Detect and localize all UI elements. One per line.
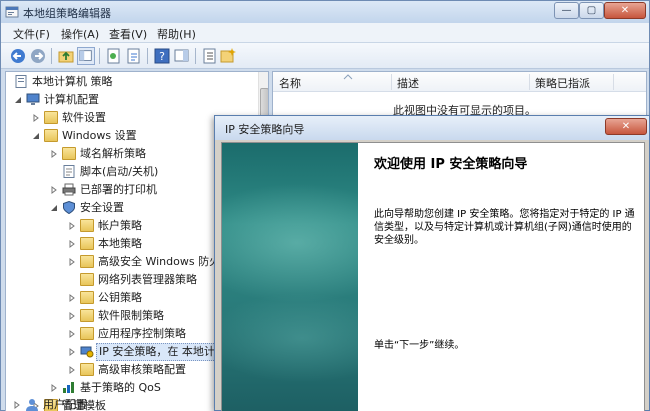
folder-icon bbox=[80, 273, 94, 286]
toolbar-separator bbox=[99, 48, 100, 64]
qos-chart-icon bbox=[63, 382, 74, 393]
folder-icon bbox=[80, 291, 94, 304]
show-hide-tree-icon[interactable] bbox=[77, 47, 95, 65]
wizard-title-bar[interactable]: IP 安全策略向导 ✕ bbox=[215, 116, 649, 140]
folder-icon bbox=[80, 237, 94, 250]
help-icon[interactable]: ? bbox=[153, 47, 171, 65]
window-title: 本地组策略编辑器 bbox=[23, 7, 111, 20]
collapsed-arrow-icon[interactable] bbox=[68, 294, 76, 302]
wizard-heading: 欢迎使用 IP 安全策略向导 bbox=[374, 157, 528, 172]
collapsed-arrow-icon[interactable] bbox=[68, 366, 76, 374]
folder-icon bbox=[80, 327, 94, 340]
security-shield-icon bbox=[63, 201, 75, 214]
ip-security-wizard-dialog: IP 安全策略向导 ✕ 欢迎使用 IP 安全策略向导 此向导帮助您创建 IP 安… bbox=[214, 115, 650, 411]
collapsed-arrow-icon[interactable] bbox=[32, 114, 40, 122]
toolbar-separator bbox=[195, 48, 196, 64]
wizard-body: 欢迎使用 IP 安全策略向导 此向导帮助您创建 IP 安全策略。您将指定对于特定… bbox=[221, 142, 645, 411]
folder-icon bbox=[80, 255, 94, 268]
tree-node-label: 用户配置 bbox=[43, 398, 87, 411]
wizard-next-hint: 单击“下一步”继续。 bbox=[374, 340, 465, 351]
tree-node-label: 网络列表管理器策略 bbox=[98, 273, 197, 286]
column-header-assigned[interactable]: 策略已指派 bbox=[535, 75, 590, 91]
minimize-button[interactable]: — bbox=[554, 2, 579, 19]
wizard-description: 此向导帮助您创建 IP 安全策略。您将指定对于特定的 IP 通信类型，以及与特定… bbox=[374, 209, 635, 246]
ip-security-icon bbox=[80, 346, 94, 358]
column-separator[interactable] bbox=[613, 74, 614, 90]
tree-node-label: 脚本(启动/关机) bbox=[80, 165, 159, 178]
tree-node-label: 高级安全 Windows 防火墙 bbox=[98, 255, 232, 268]
policy-document-icon bbox=[15, 75, 27, 88]
column-separator[interactable] bbox=[529, 74, 530, 90]
tree-node-label: 本地策略 bbox=[98, 237, 142, 250]
banner-glow bbox=[222, 183, 358, 303]
menu-help[interactable]: 帮助(H) bbox=[157, 26, 196, 42]
forward-arrow-icon[interactable] bbox=[29, 47, 47, 65]
computer-icon bbox=[26, 93, 40, 105]
back-arrow-icon[interactable] bbox=[9, 47, 27, 65]
folder-icon bbox=[80, 363, 94, 376]
collapsed-arrow-icon[interactable] bbox=[68, 348, 76, 356]
collapsed-arrow-icon[interactable] bbox=[68, 258, 76, 266]
show-hide-action-pane-icon[interactable] bbox=[173, 47, 191, 65]
collapsed-arrow-icon[interactable] bbox=[68, 222, 76, 230]
tree-node-label: 软件设置 bbox=[62, 111, 106, 124]
menu-bar: 文件(F) 操作(A) 查看(V) 帮助(H) bbox=[1, 23, 649, 43]
wizard-close-button[interactable]: ✕ bbox=[605, 118, 647, 135]
close-button[interactable]: ✕ bbox=[604, 2, 646, 19]
tree-node-label: 公钥策略 bbox=[98, 291, 142, 304]
policy-list-icon[interactable] bbox=[201, 47, 219, 65]
toolbar-separator bbox=[147, 48, 148, 64]
tree-node-label: 软件限制策略 bbox=[98, 309, 164, 322]
export-list-icon[interactable] bbox=[125, 47, 143, 65]
wizard-title: IP 安全策略向导 bbox=[225, 123, 305, 136]
expanded-arrow-icon[interactable] bbox=[50, 204, 58, 212]
script-icon bbox=[63, 165, 75, 178]
tree-node-label: 帐户策略 bbox=[98, 219, 142, 232]
collapsed-arrow-icon[interactable] bbox=[68, 240, 76, 248]
tree-node-label: Windows 设置 bbox=[62, 129, 137, 142]
banner-glow bbox=[222, 293, 358, 383]
assign-policy-icon[interactable] bbox=[219, 47, 237, 65]
title-bar[interactable]: 本地组策略编辑器 — ▢ ✕ bbox=[1, 1, 649, 23]
tree-node-label: 已部署的打印机 bbox=[80, 183, 157, 196]
collapsed-arrow-icon[interactable] bbox=[50, 384, 58, 392]
menu-file[interactable]: 文件(F) bbox=[13, 26, 50, 42]
svg-text:?: ? bbox=[159, 50, 165, 63]
column-separator[interactable] bbox=[391, 74, 392, 90]
expanded-arrow-icon[interactable] bbox=[14, 96, 22, 104]
tree-node-label: 域名解析策略 bbox=[80, 147, 146, 160]
maximize-button[interactable]: ▢ bbox=[579, 2, 604, 19]
policy-editor-icon bbox=[5, 6, 19, 18]
collapsed-arrow-icon[interactable] bbox=[68, 312, 76, 320]
column-header-name[interactable]: 名称 bbox=[279, 75, 301, 91]
collapsed-arrow-icon[interactable] bbox=[13, 401, 21, 409]
collapsed-arrow-icon[interactable] bbox=[68, 330, 76, 338]
folder-icon bbox=[62, 147, 76, 160]
toolbar: ? bbox=[1, 43, 649, 69]
toolbar-separator bbox=[51, 48, 52, 64]
tree-node-label: 本地计算机 策略 bbox=[32, 75, 113, 88]
menu-view[interactable]: 查看(V) bbox=[109, 26, 147, 42]
tree-node-label: 基于策略的 QoS bbox=[80, 381, 161, 394]
expanded-arrow-icon[interactable] bbox=[32, 132, 40, 140]
list-header: 名称 描述 策略已指派 bbox=[273, 72, 646, 92]
folder-icon bbox=[80, 219, 94, 232]
properties-icon[interactable] bbox=[105, 47, 123, 65]
user-icon bbox=[26, 399, 38, 411]
collapsed-arrow-icon[interactable] bbox=[50, 186, 58, 194]
folder-icon bbox=[44, 129, 58, 142]
folder-icon bbox=[44, 111, 58, 124]
folder-icon bbox=[80, 309, 94, 322]
tree-node-label: 应用程序控制策略 bbox=[98, 327, 186, 340]
collapsed-arrow-icon[interactable] bbox=[50, 150, 58, 158]
menu-action[interactable]: 操作(A) bbox=[61, 26, 99, 42]
column-header-description[interactable]: 描述 bbox=[397, 75, 419, 91]
sort-arrow-icon bbox=[343, 74, 353, 80]
up-folder-icon[interactable] bbox=[57, 47, 75, 65]
tree-node-label: 安全设置 bbox=[80, 201, 124, 214]
printer-icon bbox=[62, 183, 76, 196]
tree-node-label: 高级审核策略配置 bbox=[98, 363, 186, 376]
tree-node-label: 计算机配置 bbox=[44, 93, 99, 106]
wizard-banner-image bbox=[222, 143, 358, 411]
